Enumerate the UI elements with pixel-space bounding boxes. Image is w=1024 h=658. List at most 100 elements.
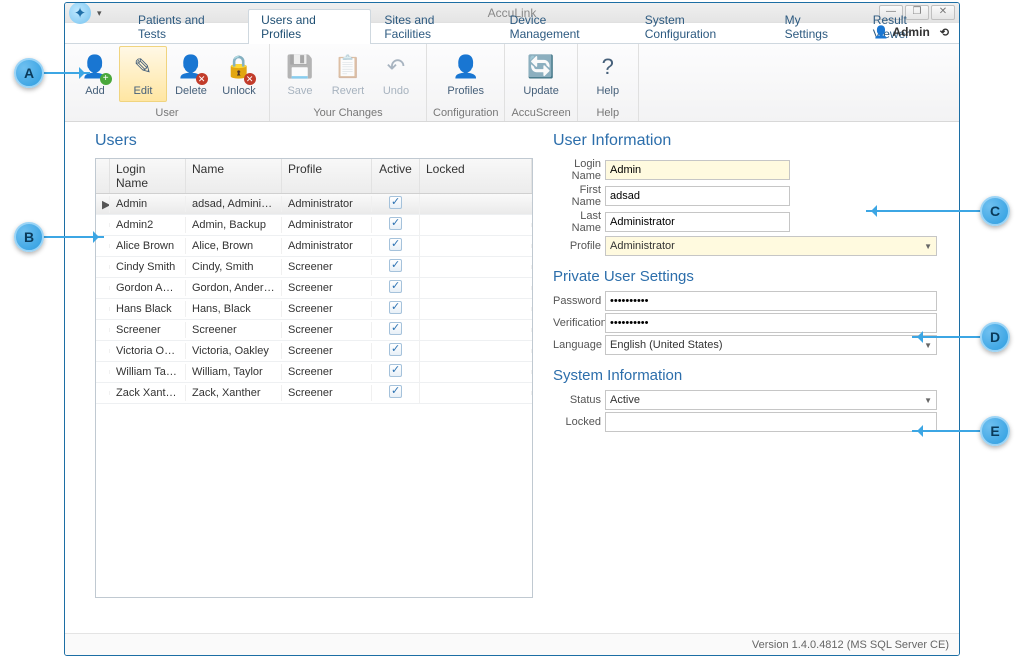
tab-system-configuration[interactable]: System Configuration [632,9,772,44]
active-checkbox[interactable] [389,385,402,398]
cell-locked [420,349,532,353]
callout-d-label: D [990,329,1000,345]
active-checkbox[interactable] [389,343,402,356]
cell-profile: Administrator [282,196,372,212]
table-row[interactable]: William TaylorWilliam, TaylorScreener [96,362,532,383]
cell-locked [420,307,532,311]
tab-device-management[interactable]: Device Management [497,9,632,44]
save-icon: 💾 [284,51,316,83]
ribbon-group-help: ?HelpHelp [578,44,639,121]
profiles-button[interactable]: 👤 Profiles [442,46,490,102]
user-form: User Information Login Name First Name L… [553,132,949,636]
last-name-field[interactable] [605,212,790,232]
current-user-badge[interactable]: 👤 Admin ⟲ [873,25,949,39]
quick-access-dropdown-icon[interactable]: ▾ [97,8,102,19]
callout-c-arrow [866,210,982,212]
cell-login: Gordon Ande... [110,280,186,296]
callout-a-label: A [24,65,34,81]
col-locked[interactable]: Locked [420,159,532,193]
cell-active [372,341,420,361]
update-icon: 🔄 [525,51,557,83]
active-checkbox[interactable] [389,217,402,230]
profile-select[interactable]: Administrator ▼ [605,236,937,256]
first-name-label: First Name [553,184,601,208]
save-button: 💾Save [276,46,324,102]
profile-label: Profile [553,240,601,252]
profiles-icon: 👤 [450,51,482,83]
cell-active [372,320,420,340]
tab-patients-and-tests[interactable]: Patients and Tests [125,9,248,44]
cell-profile: Screener [282,259,372,275]
ribbon-btn-label: Update [523,85,558,97]
col-profile[interactable]: Profile [282,159,372,193]
cell-active [372,215,420,235]
ribbon-group-your-changes: 💾Save📋Revert↶UndoYour Changes [270,44,427,121]
password-label: Password [553,295,601,307]
active-checkbox[interactable] [389,196,402,209]
active-checkbox[interactable] [389,301,402,314]
ribbon-btn-label: Unlock [222,85,256,97]
active-checkbox[interactable] [389,364,402,377]
status-text: Version 1.4.0.4812 (MS SQL Server CE) [752,639,949,651]
status-select[interactable]: Active ▼ [605,390,937,410]
active-checkbox[interactable] [389,322,402,335]
language-select[interactable]: English (United States) ▼ [605,335,937,355]
col-name[interactable]: Name [186,159,282,193]
tab-users-and-profiles[interactable]: Users and Profiles [248,9,371,44]
tab-sites-and-facilities[interactable]: Sites and Facilities [371,9,496,44]
table-row[interactable]: Alice BrownAlice, BrownAdministrator [96,236,532,257]
ribbon-group-configuration: 👤ProfilesConfiguration [427,44,505,121]
help-button[interactable]: ?Help [584,46,632,102]
callout-a: A [14,58,44,88]
col-login-name[interactable]: Login Name [110,159,186,193]
help-icon: ? [592,51,624,83]
table-row[interactable]: ScreenerScreenerScreener [96,320,532,341]
refresh-icon[interactable]: ⟲ [940,26,949,39]
password-field[interactable] [605,291,937,311]
delete-button[interactable]: 👤Delete [167,46,215,102]
row-indicator [96,391,110,395]
cell-profile: Screener [282,301,372,317]
col-active[interactable]: Active [372,159,420,193]
app-icon[interactable]: ✦ [69,2,91,24]
update-button[interactable]: 🔄 Update [517,46,565,102]
active-checkbox[interactable] [389,238,402,251]
table-row[interactable]: Gordon Ande...Gordon, AndersonScreener [96,278,532,299]
chevron-down-icon: ▼ [924,341,932,350]
table-row[interactable]: Victoria OakleyVictoria, OakleyScreener [96,341,532,362]
active-checkbox[interactable] [389,259,402,272]
table-row[interactable]: Hans BlackHans, BlackScreener [96,299,532,320]
user-icon: 👤 [873,25,888,39]
row-header-col [96,159,110,193]
callout-e-arrow [912,430,980,432]
callout-b-label: B [24,229,34,245]
cell-login: Screener [110,322,186,338]
cell-login: Admin2 [110,217,186,233]
cell-name: Admin, Backup [186,217,282,233]
users-table: Login NameNameProfileActiveLocked ▶Admin… [95,158,533,598]
table-row[interactable]: Admin2Admin, BackupAdministrator [96,215,532,236]
verification-field[interactable] [605,313,937,333]
row-indicator [96,370,110,374]
cell-name: Hans, Black [186,301,282,317]
locked-label: Locked [553,416,601,428]
revert-icon: 📋 [332,51,364,83]
table-row[interactable]: Zack XantherZack, XantherScreener [96,383,532,404]
ribbon: 👤Add✎Edit👤Delete🔒UnlockUser💾Save📋Revert↶… [65,44,959,122]
cell-profile: Screener [282,280,372,296]
cell-name: Zack, Xanther [186,385,282,401]
chevron-down-icon: ▼ [924,396,932,405]
cell-name: Gordon, Anderson [186,280,282,296]
row-indicator [96,286,110,290]
unlock-button[interactable]: 🔒Unlock [215,46,263,102]
ribbon-btn-label: Profiles [447,85,484,97]
app-window: ✦ ▾ AccuLink — ❐ ✕ Patients and TestsUse… [64,2,960,656]
undo-button: ↶Undo [372,46,420,102]
table-row[interactable]: ▶Adminadsad, AdministratorAdministrator [96,194,532,215]
tab-my-settings[interactable]: My Settings [772,9,860,44]
first-name-field[interactable] [605,186,790,206]
edit-button[interactable]: ✎Edit [119,46,167,102]
table-row[interactable]: Cindy SmithCindy, SmithScreener [96,257,532,278]
active-checkbox[interactable] [389,280,402,293]
login-name-field[interactable] [605,160,790,180]
